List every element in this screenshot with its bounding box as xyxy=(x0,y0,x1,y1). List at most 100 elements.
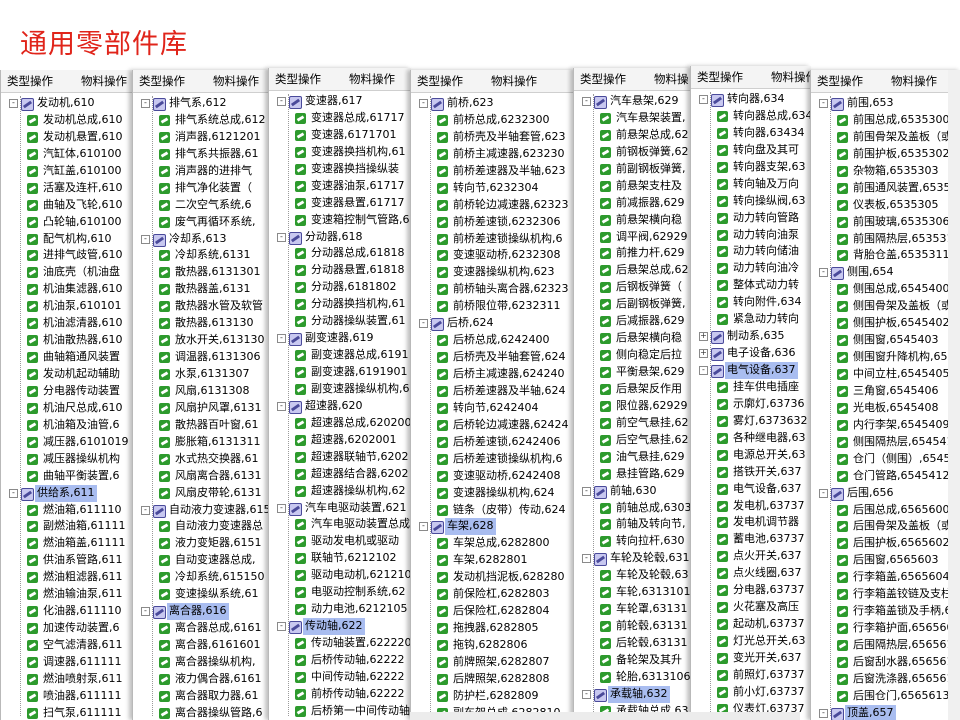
tree-category-node[interactable]: - 后桥,624 xyxy=(411,315,574,332)
tree-part-node[interactable]: 变速操纵系统,61 xyxy=(133,586,269,603)
tree-part-node[interactable]: 发电机,63737 xyxy=(691,498,811,515)
tree-part-node[interactable]: 后桥轮边减速器,62424 xyxy=(411,417,574,434)
tree-part-node[interactable]: 前围玻璃,6535306 xyxy=(811,214,960,231)
tree-part-node[interactable]: 火花塞及高压 xyxy=(691,599,811,616)
tree-part-node[interactable]: 调平阀,62929 xyxy=(574,229,691,246)
tree-part-node[interactable]: 前桥限位带,6232311 xyxy=(411,298,574,315)
tree-part-node[interactable]: 转向节,6242404 xyxy=(411,400,574,417)
tree-part-node[interactable]: 三角窗,6545406 xyxy=(811,383,960,400)
tree-part-node[interactable]: 前桥壳及半轴套管,623 xyxy=(411,129,574,146)
tree-part-node[interactable]: 前围总成,6535300 xyxy=(811,112,960,129)
tree-part-node[interactable]: 离合器取力器,61 xyxy=(133,688,269,705)
tree-part-node[interactable]: 前减振器,629 xyxy=(574,195,691,212)
material-operation-menu[interactable]: 物料操作 xyxy=(491,70,537,92)
tree-part-node[interactable]: 转向器,63434 xyxy=(691,125,811,142)
tree-part-node[interactable]: 示廓灯,63736 xyxy=(691,396,811,413)
tree-part-node[interactable]: 各种继电器,63 xyxy=(691,430,811,447)
tree-category-node[interactable]: - 汽车电驱动装置,621 xyxy=(269,500,411,517)
tree-part-node[interactable]: 背胎仓盖,6535311 xyxy=(811,247,960,264)
tree-part-node[interactable]: 排气系共振器,61 xyxy=(133,146,269,163)
tree-part-node[interactable]: 车架,6282801 xyxy=(411,552,574,569)
material-operation-menu[interactable]: 物料操作 xyxy=(213,70,259,92)
tree-part-node[interactable]: 后保险杠,6282804 xyxy=(411,603,574,620)
collapse-icon[interactable]: - xyxy=(699,366,708,375)
collapse-icon[interactable]: - xyxy=(582,554,591,564)
material-operation-menu[interactable]: 物料操作 xyxy=(891,70,937,92)
material-operation-menu[interactable]: 物料操作 xyxy=(771,66,811,88)
tree-part-node[interactable]: 仪表板,6535305 xyxy=(811,197,960,214)
collapse-icon[interactable]: - xyxy=(9,99,18,108)
tree-part-node[interactable]: 后围隔热层,656561 xyxy=(811,637,960,654)
collapse-icon[interactable]: - xyxy=(277,232,286,242)
tree-category-node[interactable]: - 自动液力变速器,615 xyxy=(133,502,269,519)
tree-part-node[interactable]: 转向轴及万向 xyxy=(691,176,811,193)
tree-part-node[interactable]: 变速器操纵机构,623 xyxy=(411,264,574,281)
tree-part-node[interactable]: 风扇皮带轮,6131 xyxy=(133,485,269,502)
collapse-icon[interactable]: - xyxy=(9,488,18,498)
tree-part-node[interactable]: 电驱动控制系统,62 xyxy=(269,584,411,601)
tree-part-node[interactable]: 前桥传动轴,62222 xyxy=(269,686,411,703)
tree-part-node[interactable]: 风扇,6131308 xyxy=(133,383,269,400)
tree-part-node[interactable]: 轮胎,6313106 xyxy=(574,669,691,686)
tree-part-node[interactable]: 前桥总成,6232300 xyxy=(411,112,574,129)
tree-part-node[interactable]: 整体式动力转 xyxy=(691,277,811,294)
tree-part-node[interactable]: 前桥轴头离合器,62323 xyxy=(411,281,574,298)
type-operation-menu[interactable]: 类型操作 xyxy=(275,68,321,90)
tree-part-node[interactable]: 变速器操纵机构,624 xyxy=(411,485,574,502)
tree-part-node[interactable]: 排气净化装置（ xyxy=(133,180,269,197)
tree-part-node[interactable]: 风扇护风罩,6131 xyxy=(133,400,269,417)
collapse-icon[interactable]: - xyxy=(277,97,286,106)
tree-part-node[interactable]: 前轮毂,63131 xyxy=(574,618,691,635)
tree-part-node[interactable]: 后围仓门,6565613 xyxy=(811,688,960,705)
tree-part-node[interactable]: 侧围总成,6545400 xyxy=(811,281,960,298)
tree-category-node[interactable]: - 排气系,612 xyxy=(133,95,269,112)
tree-part-node[interactable]: 雾灯,6373632 xyxy=(691,413,811,430)
tree-part-node[interactable]: 自动变速器总成, xyxy=(133,552,269,569)
tree-part-node[interactable]: 悬挂管路,629 xyxy=(574,466,691,483)
tree-category-node[interactable]: - 前轴,630 xyxy=(574,483,691,500)
tree-part-node[interactable]: 车轮,6313101 xyxy=(574,584,691,601)
type-operation-menu[interactable]: 类型操作 xyxy=(417,70,463,92)
tree-part-node[interactable]: 蓄电池,63737 xyxy=(691,531,811,548)
collapse-icon[interactable]: - xyxy=(141,99,150,108)
tree-part-node[interactable]: 驱动发电机或驱动 xyxy=(269,533,411,550)
collapse-icon[interactable]: - xyxy=(819,708,828,718)
tree-part-node[interactable]: 转向盘及其可 xyxy=(691,142,811,159)
tree-part-node[interactable]: 发动机挡泥板,628280 xyxy=(411,569,574,586)
tree-part-node[interactable]: 前小灯,63737 xyxy=(691,684,811,701)
tree-part-node[interactable]: 分电器,63737 xyxy=(691,582,811,599)
tree-part-node[interactable]: 动力电池,6212105 xyxy=(269,601,411,618)
tree-part-node[interactable]: 起动机,63737 xyxy=(691,616,811,633)
tree-part-node[interactable]: 超速器总成,620200 xyxy=(269,415,411,432)
tree-part-node[interactable]: 紧急动力转向 xyxy=(691,311,811,328)
tree-part-node[interactable]: 前悬架总成,62 xyxy=(574,127,691,144)
tree-part-node[interactable]: 动力转向储油 xyxy=(691,243,811,260)
tree-part-node[interactable]: 二次空气系统,6 xyxy=(133,197,269,214)
tree-part-node[interactable]: 后桥总成,6242400 xyxy=(411,332,574,349)
tree-part-node[interactable]: 冷却系统,6131 xyxy=(133,247,269,264)
tree-part-node[interactable]: 前桥差速锁操纵机构,6 xyxy=(411,231,574,248)
tree-part-node[interactable]: 前桥轮边减速器,62323 xyxy=(411,197,574,214)
collapse-icon[interactable]: - xyxy=(277,401,286,411)
tree-part-node[interactable]: 散热器,6131301 xyxy=(133,264,269,281)
collapse-icon[interactable]: - xyxy=(141,505,150,515)
tree-category-node[interactable]: - 顶盖,657 xyxy=(811,704,960,720)
tree-part-node[interactable]: 杂物箱,6535303 xyxy=(811,163,960,180)
collapse-icon[interactable]: - xyxy=(419,99,428,108)
tree-part-node[interactable]: 车轮罩,63131 xyxy=(574,601,691,618)
tree-part-node[interactable]: 备轮架及其升 xyxy=(574,652,691,669)
tree-category-node[interactable]: - 分动器,618 xyxy=(269,229,411,246)
tree-part-node[interactable]: 内行李架,6545409 xyxy=(811,417,960,434)
tree-part-node[interactable]: 后悬架总成,62 xyxy=(574,262,691,279)
tree-part-node[interactable]: 行李箱盖锁及手柄,6 xyxy=(811,603,960,620)
tree-part-node[interactable]: 拖钩,6282806 xyxy=(411,637,574,654)
tree-part-node[interactable]: 行李箱盖,6565604 xyxy=(811,569,960,586)
tree-part-node[interactable]: 转向拉杆,630 xyxy=(574,533,691,550)
tree-part-node[interactable]: 挂车供电插座 xyxy=(691,379,811,396)
tree-part-node[interactable]: 后窗洗涤器,656561 xyxy=(811,671,960,688)
tree-part-node[interactable]: 变速箱控制气管路,6 xyxy=(269,212,411,229)
tree-part-node[interactable]: 电气设备,637 xyxy=(691,481,811,498)
tree-part-node[interactable]: 消声器,6121201 xyxy=(133,129,269,146)
tree-part-node[interactable]: 废气再循环系统, xyxy=(133,214,269,231)
tree-part-node[interactable]: 前空气悬挂,62 xyxy=(574,415,691,432)
